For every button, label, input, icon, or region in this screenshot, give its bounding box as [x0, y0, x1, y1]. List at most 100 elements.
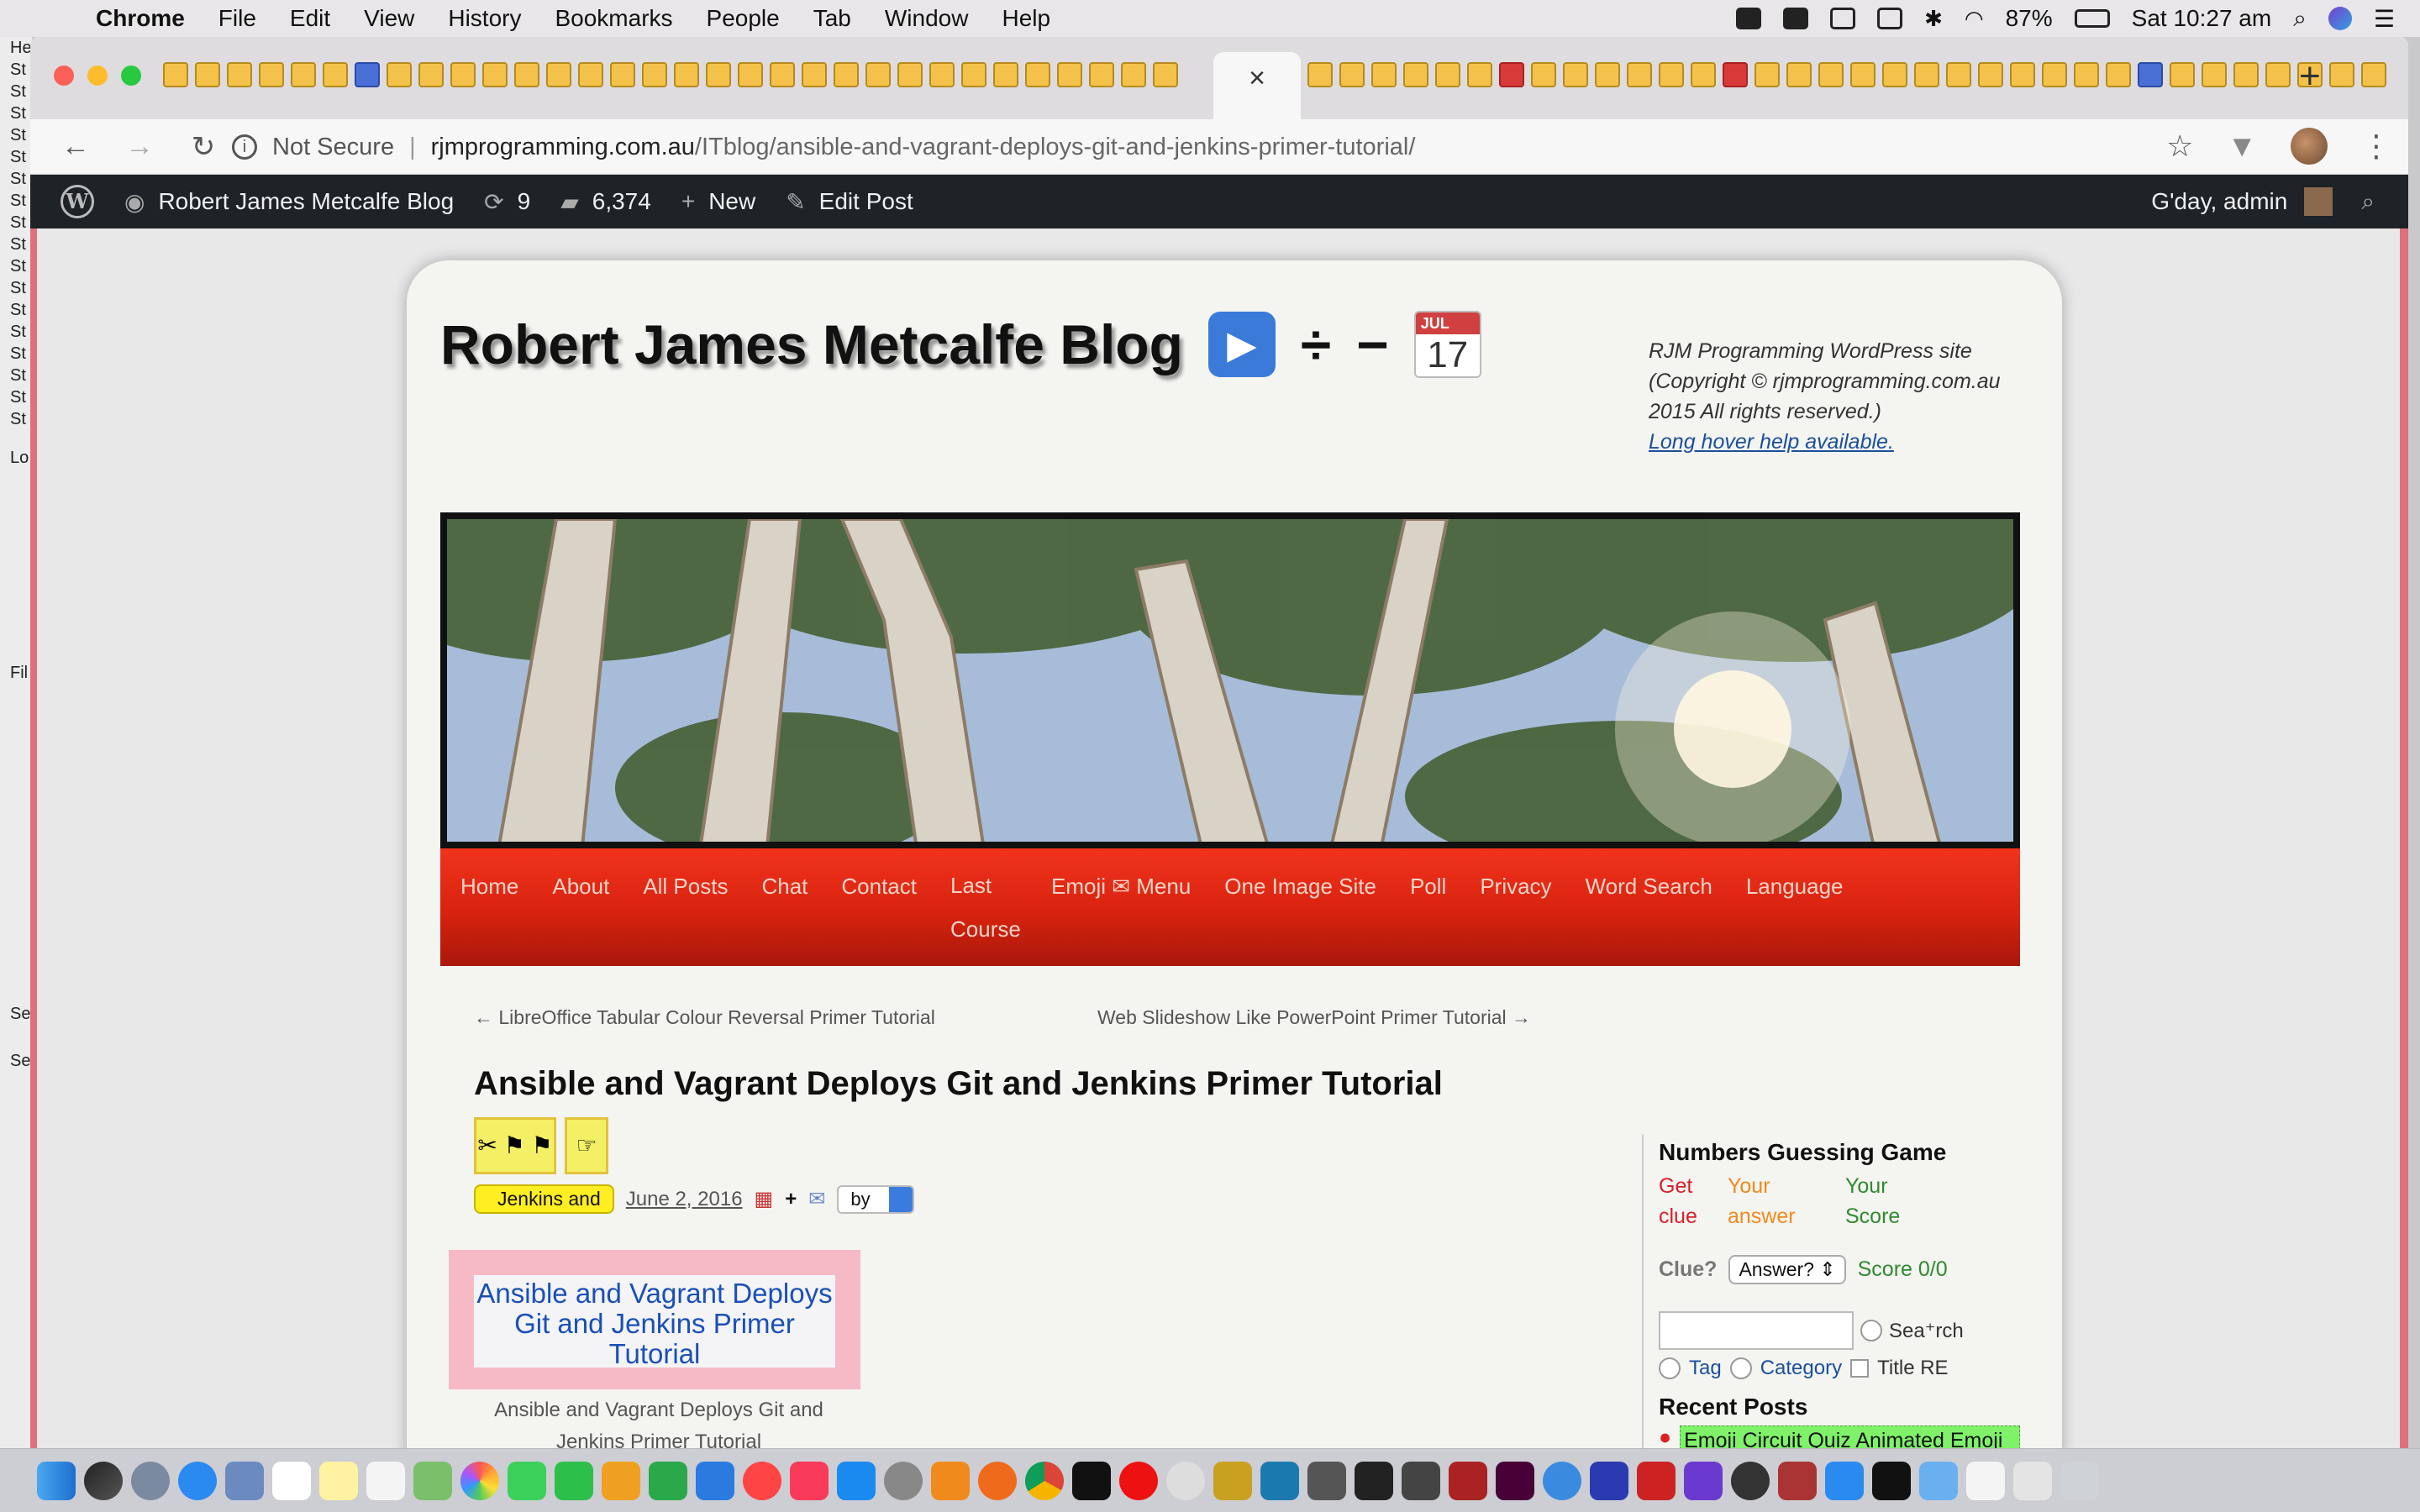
- tab-favicon[interactable]: [2042, 62, 2067, 87]
- menu-bookmarks[interactable]: Bookmarks: [555, 5, 672, 32]
- forward-arrow-icon[interactable]: →: [121, 130, 158, 163]
- tab-favicon[interactable]: [514, 62, 539, 87]
- calendar-icon[interactable]: JUL 17: [1413, 311, 1481, 378]
- notification-center-icon[interactable]: ☰: [2374, 5, 2395, 33]
- wordpress-logo-icon[interactable]: W: [60, 185, 94, 218]
- tab-favicon[interactable]: [993, 62, 1018, 87]
- post-image-alt-text[interactable]: Ansible and Vagrant Deploys Git and Jenk…: [474, 1275, 835, 1369]
- email-icon[interactable]: ✉: [808, 1187, 825, 1211]
- answer-select[interactable]: Answer? ⇕: [1728, 1255, 1846, 1284]
- menu-people[interactable]: People: [707, 5, 780, 32]
- next-post-link[interactable]: Web Slideshow Like PowerPoint Primer Tut…: [1097, 1006, 1531, 1029]
- battery-icon[interactable]: [2074, 9, 2110, 28]
- nav-all-posts[interactable]: All Posts: [643, 864, 728, 951]
- dictionary-icon[interactable]: [1778, 1461, 1817, 1500]
- preview-icon[interactable]: [225, 1461, 264, 1500]
- category-radio[interactable]: [1729, 1357, 1752, 1379]
- nav-word-search[interactable]: Word Search: [1586, 864, 1712, 951]
- active-tab[interactable]: ×: [1213, 52, 1301, 119]
- nav-last-course[interactable]: Last Course: [950, 864, 1021, 951]
- new-tab-button[interactable]: +: [2299, 55, 2321, 97]
- tab-favicon[interactable]: [2329, 62, 2354, 87]
- tab-favicon[interactable]: [1723, 62, 1748, 87]
- tab-favicon[interactable]: [738, 62, 763, 87]
- tab-favicon[interactable]: [1371, 62, 1397, 87]
- music-icon[interactable]: [790, 1461, 829, 1500]
- tab-favicon[interactable]: [610, 62, 635, 87]
- post-date-link[interactable]: June 2, 2016: [626, 1188, 743, 1211]
- menu-window[interactable]: Window: [885, 5, 969, 32]
- tab-favicon[interactable]: [2106, 62, 2131, 87]
- nav-one-image-site[interactable]: One Image Site: [1224, 864, 1376, 951]
- tab-favicon[interactable]: [355, 62, 380, 87]
- folder-icon[interactable]: [1919, 1461, 1958, 1500]
- tab-favicon[interactable]: [546, 62, 571, 87]
- tab-favicon[interactable]: [291, 62, 316, 87]
- tab-favicon[interactable]: [2361, 62, 2386, 87]
- your-answer-link[interactable]: Your answer: [1728, 1171, 1845, 1231]
- app-icon[interactable]: [1543, 1461, 1581, 1500]
- admin-greeting[interactable]: G'day, admin: [2151, 188, 2287, 215]
- tab-favicon[interactable]: [227, 62, 252, 87]
- tab-favicon[interactable]: [802, 62, 827, 87]
- tab-favicon[interactable]: [1850, 62, 1876, 87]
- tab-favicon[interactable]: [1121, 62, 1146, 87]
- tab-favicon[interactable]: [674, 62, 699, 87]
- app-icon[interactable]: [1307, 1461, 1346, 1500]
- zoom-dock-icon[interactable]: [1825, 1461, 1864, 1500]
- tab-favicon[interactable]: [1691, 62, 1716, 87]
- pointing-hand-icon[interactable]: ☞: [565, 1117, 608, 1174]
- tab-favicon[interactable]: [1786, 62, 1812, 87]
- document-icon[interactable]: [2013, 1461, 2052, 1500]
- get-clue-link[interactable]: Get clue: [1659, 1171, 1733, 1231]
- url-path[interactable]: /ITblog/ansible-and-vagrant-deploys-git-…: [695, 134, 1416, 161]
- address-bar[interactable]: i Not Secure | rjmprogramming.com.au /IT…: [232, 124, 2232, 170]
- menu-view[interactable]: View: [364, 5, 414, 32]
- reload-icon[interactable]: ↻: [185, 130, 222, 164]
- search-radio[interactable]: [1860, 1320, 1882, 1341]
- document-icon[interactable]: [1966, 1461, 2005, 1500]
- tab-favicon[interactable]: [1025, 62, 1050, 87]
- admin-bar-new[interactable]: + New: [681, 188, 755, 215]
- menu-history[interactable]: History: [448, 5, 521, 32]
- app-icon[interactable]: [1402, 1461, 1440, 1500]
- tab-favicon[interactable]: [259, 62, 284, 87]
- app-icon[interactable]: [1213, 1461, 1252, 1500]
- app-icon[interactable]: [1260, 1461, 1299, 1500]
- firefox-icon[interactable]: [978, 1461, 1017, 1500]
- tab-favicon[interactable]: [1499, 62, 1524, 87]
- url-host[interactable]: rjmprogramming.com.au: [431, 134, 695, 161]
- app-icon[interactable]: [1872, 1461, 1911, 1500]
- admin-bar-edit-post[interactable]: ✎ Edit Post: [786, 188, 913, 216]
- title-re-checkbox[interactable]: [1850, 1359, 1870, 1378]
- clock[interactable]: Sat 10:27 am: [2132, 5, 2272, 32]
- tab-favicon[interactable]: [1563, 62, 1588, 87]
- recent-post-link[interactable]: Emoji Circuit Quiz Animated Emoji Tutori…: [1680, 1425, 2020, 1448]
- launchpad-icon[interactable]: [131, 1461, 170, 1500]
- tab-favicon[interactable]: [1467, 62, 1492, 87]
- terminal-icon[interactable]: [1355, 1461, 1393, 1500]
- site-title[interactable]: Robert James Metcalfe Blog: [440, 312, 1183, 376]
- adobe-xd-icon[interactable]: [1496, 1461, 1534, 1500]
- maximize-window-button[interactable]: [121, 66, 141, 86]
- app-icon[interactable]: [1684, 1461, 1723, 1500]
- tab-favicon[interactable]: [323, 62, 348, 87]
- previous-post-link[interactable]: ← LibreOffice Tabular Colour Reversal Pr…: [474, 1006, 935, 1028]
- nav-home[interactable]: Home: [460, 864, 518, 951]
- tab-favicon[interactable]: [1914, 62, 1939, 87]
- close-window-button[interactable]: [54, 66, 74, 86]
- tab-favicon[interactable]: [834, 62, 859, 87]
- app-icon[interactable]: [1166, 1461, 1205, 1500]
- divide-icon[interactable]: ÷: [1301, 312, 1331, 376]
- airplay-icon[interactable]: [1877, 8, 1903, 29]
- tab-favicon[interactable]: [578, 62, 603, 87]
- safari-icon[interactable]: [178, 1461, 217, 1500]
- tab-favicon[interactable]: [770, 62, 795, 87]
- tag-label[interactable]: Tag: [1689, 1357, 1722, 1380]
- app-icon[interactable]: [1449, 1461, 1487, 1500]
- zoom-icon[interactable]: [1736, 8, 1762, 29]
- app-store-icon[interactable]: [837, 1461, 876, 1500]
- messages-icon[interactable]: [508, 1461, 546, 1500]
- tab-favicon[interactable]: [2170, 62, 2195, 87]
- nav-poll[interactable]: Poll: [1410, 864, 1446, 951]
